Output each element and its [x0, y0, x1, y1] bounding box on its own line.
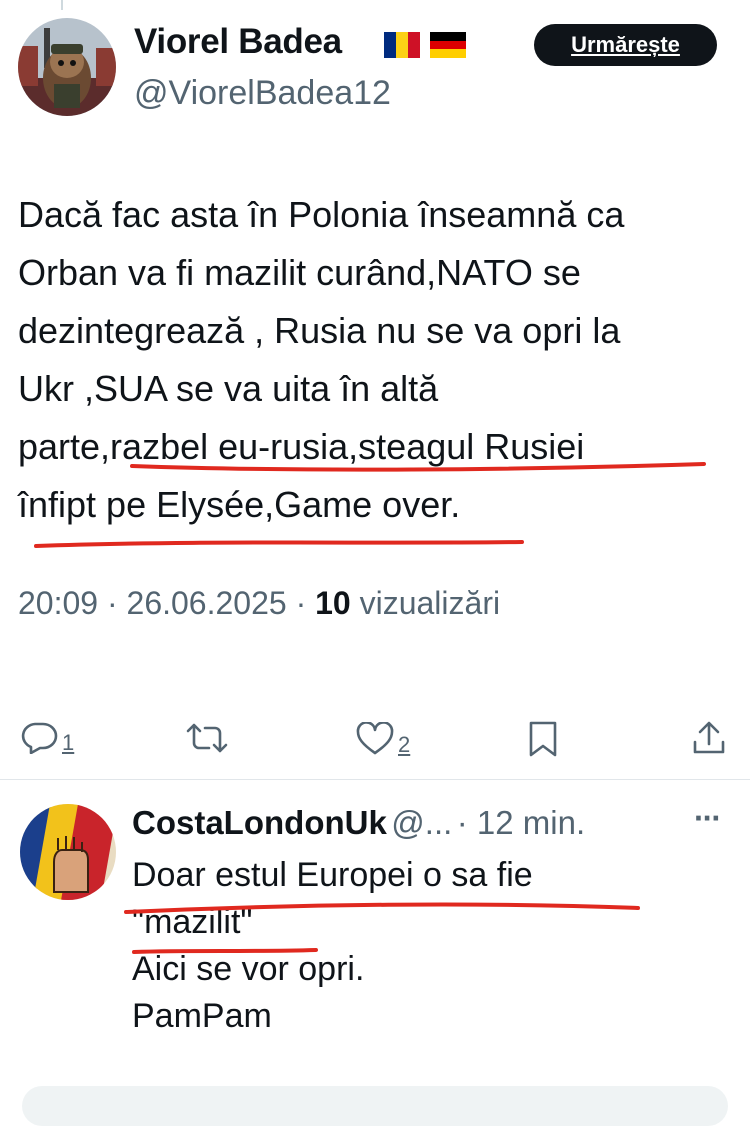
- author-name[interactable]: Viorel Badea: [134, 22, 342, 62]
- reply-icon: [21, 722, 58, 754]
- share-icon: [693, 721, 725, 754]
- share-action[interactable]: [692, 720, 726, 756]
- like-count: 2: [398, 732, 411, 757]
- follow-button[interactable]: Urmărește: [534, 24, 717, 66]
- heart-icon: [356, 722, 394, 755]
- author-avatar[interactable]: [18, 18, 116, 116]
- like-action[interactable]: 2: [356, 722, 410, 756]
- retweet-icon: [186, 723, 228, 753]
- germany-flag-icon: [430, 32, 466, 58]
- reply-count: 1: [62, 730, 75, 755]
- tweet-meta: 20:09 · 26.06.2025 · 10 vizualizări: [18, 585, 501, 621]
- reply-avatar[interactable]: [20, 804, 116, 900]
- divider: [0, 779, 750, 780]
- views-label: vizualizări: [359, 585, 501, 621]
- author-handle[interactable]: @ViorelBadea12: [134, 74, 391, 113]
- thread-line: [61, 0, 63, 10]
- bookmark-icon: [529, 721, 557, 757]
- red-underline-annotation: [34, 462, 706, 548]
- tweet-time[interactable]: 20:09: [18, 585, 98, 621]
- reply-author-handle[interactable]: @...: [391, 804, 452, 841]
- reply-compose-bar[interactable]: [22, 1086, 728, 1126]
- reply-action[interactable]: 1: [20, 720, 74, 754]
- retweet-action[interactable]: [186, 722, 228, 754]
- reply-author-name[interactable]: CostaLondonUk: [132, 804, 387, 841]
- reply-header: CostaLondonUk @... · 12 min.: [132, 804, 586, 841]
- reply-underline-annotation: [124, 902, 640, 954]
- romania-flag-icon: [384, 32, 420, 58]
- tweet-date[interactable]: 26.06.2025: [127, 585, 287, 621]
- views-count: 10: [315, 585, 351, 621]
- bookmark-action[interactable]: [528, 720, 558, 758]
- more-options-icon[interactable]: ···: [694, 800, 722, 837]
- reply-time[interactable]: 12 min.: [477, 804, 585, 841]
